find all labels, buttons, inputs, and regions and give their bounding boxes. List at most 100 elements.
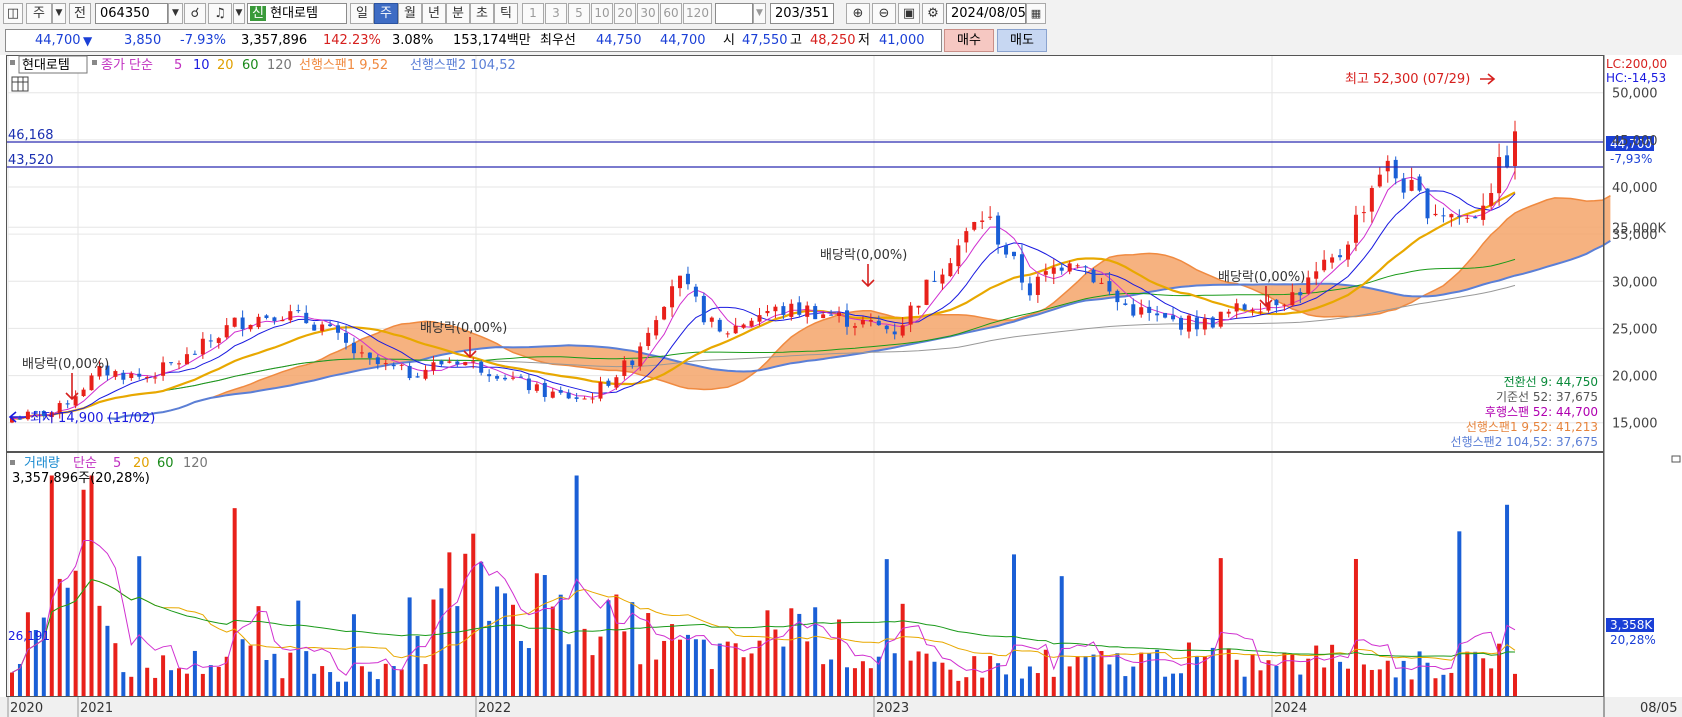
period-day[interactable]: 일: [350, 3, 374, 24]
zoom-out-icon[interactable]: ⊖: [872, 3, 896, 24]
period-second[interactable]: 초: [470, 3, 494, 24]
interval-30[interactable]: 30: [637, 3, 659, 24]
table-icon[interactable]: [11, 76, 29, 92]
candle-body: [216, 338, 221, 343]
period-week[interactable]: 주: [374, 3, 398, 24]
interval-60[interactable]: 60: [660, 3, 682, 24]
ask-price: 44,750: [596, 33, 642, 48]
pane-toggle-icon[interactable]: [1671, 455, 1681, 463]
interval-3[interactable]: 3: [545, 3, 567, 24]
volume-bar: [1417, 651, 1422, 696]
date-input[interactable]: 2024/08/05: [946, 3, 1026, 24]
interval-10[interactable]: 10: [591, 3, 613, 24]
legend-ma60: 60: [242, 58, 259, 73]
interval-120[interactable]: 120: [683, 3, 712, 24]
candle-body: [860, 320, 865, 325]
candle-body: [757, 315, 762, 322]
period-month[interactable]: 월: [398, 3, 422, 24]
period-minute[interactable]: 분: [446, 3, 470, 24]
base-line-readout: 기준선 52: 37,675: [1496, 390, 1598, 404]
down-arrow-icon: ▼: [83, 34, 93, 48]
count-field[interactable]: 203/351: [770, 3, 834, 24]
market-dropdown-icon[interactable]: ▼: [52, 3, 66, 24]
calendar-icon[interactable]: ▦: [1026, 3, 1046, 24]
layout-icon[interactable]: ◫: [3, 3, 23, 24]
volume-bar: [81, 489, 86, 696]
interval-1[interactable]: 1: [522, 3, 544, 24]
candle-body: [407, 365, 412, 379]
candle-body: [534, 384, 539, 391]
market-select[interactable]: 주: [26, 3, 52, 24]
settings-icon[interactable]: ⚙: [922, 3, 944, 24]
candle-body: [359, 352, 364, 354]
candle-body: [1067, 263, 1072, 272]
price-tick-label: 20,000: [1612, 370, 1658, 385]
interval-20[interactable]: 20: [614, 3, 636, 24]
speaker-icon[interactable]: ♫: [208, 3, 232, 24]
volume-bar: [97, 605, 102, 696]
candle-body: [852, 326, 857, 328]
volume-bar: [1489, 668, 1494, 696]
candle-body: [582, 398, 587, 400]
code-dropdown-icon[interactable]: ▼: [168, 3, 183, 24]
best-quote-label: 최우선: [540, 33, 576, 48]
interval-5[interactable]: 5: [568, 3, 590, 24]
volume-bar: [614, 594, 619, 696]
candle-body: [868, 320, 873, 322]
candle-body: [81, 389, 86, 397]
high-label: 고: [790, 33, 802, 48]
volume-bar: [821, 664, 826, 696]
candle-body: [1449, 214, 1454, 218]
volume-bar: [431, 599, 436, 696]
volume-bar: [1465, 651, 1470, 696]
volume-bar: [1353, 558, 1358, 696]
max-label: 최고 52,300 (07/29): [1345, 72, 1470, 87]
candle-body: [391, 364, 396, 367]
volume-bar: [336, 681, 341, 696]
candle-body: [399, 364, 404, 366]
candle-body: [972, 221, 977, 230]
count-total: /351: [799, 6, 830, 21]
period-year[interactable]: 년: [422, 3, 446, 24]
candle-body: [1171, 315, 1176, 320]
prev-button[interactable]: 전: [69, 3, 91, 24]
zoom-in-icon[interactable]: ⊕: [846, 3, 870, 24]
open-price: 47,550: [742, 33, 788, 48]
low-label: 저: [858, 33, 870, 48]
volume-bar: [1449, 672, 1454, 696]
code-input[interactable]: 064350: [95, 3, 168, 24]
candle-body: [678, 275, 682, 289]
interval-custom-input[interactable]: [715, 3, 753, 24]
candle-body: [1147, 306, 1152, 313]
price-tick-label: 50,000: [1612, 87, 1658, 102]
interval-dropdown-icon[interactable]: ▼: [753, 3, 766, 24]
candle-body: [558, 390, 563, 393]
candle-body: [1353, 214, 1358, 243]
candle-body: [1433, 213, 1438, 216]
volume-current: 3,357,896주(20,28%): [12, 471, 150, 486]
candle-body: [948, 263, 953, 277]
volume-bar: [1338, 661, 1343, 696]
stock-chart[interactable]: 46,168 43,520 현대로템 종가 단순 5 10 20 60 120 …: [0, 55, 1682, 717]
sell-button[interactable]: 매도: [997, 29, 1047, 52]
candle-body: [845, 310, 849, 327]
dividend-label-4: 배당락(0,00%): [1218, 270, 1305, 285]
price: 44,700: [35, 33, 81, 48]
save-icon[interactable]: ▣: [898, 3, 920, 24]
candle-body: [598, 382, 603, 399]
legend-ma10: 10: [193, 58, 210, 73]
candle-body: [383, 363, 388, 365]
volume-legend-simple: 단순: [73, 456, 97, 471]
buy-button[interactable]: 매수: [944, 29, 994, 52]
speaker-dropdown-icon[interactable]: ▼: [233, 3, 245, 24]
period-tick[interactable]: 틱: [494, 3, 518, 24]
volume-legend-ma120: 120: [183, 456, 208, 471]
candle-body: [908, 305, 913, 325]
volume-bar: [1147, 653, 1152, 696]
volume-bar: [192, 650, 197, 696]
search-icon[interactable]: ☌: [184, 3, 206, 24]
low-price: 41,000: [879, 33, 925, 48]
volume-bar: [359, 666, 364, 696]
candle-body: [685, 273, 690, 285]
stock-name-field[interactable]: 신 현대로템: [247, 3, 347, 24]
